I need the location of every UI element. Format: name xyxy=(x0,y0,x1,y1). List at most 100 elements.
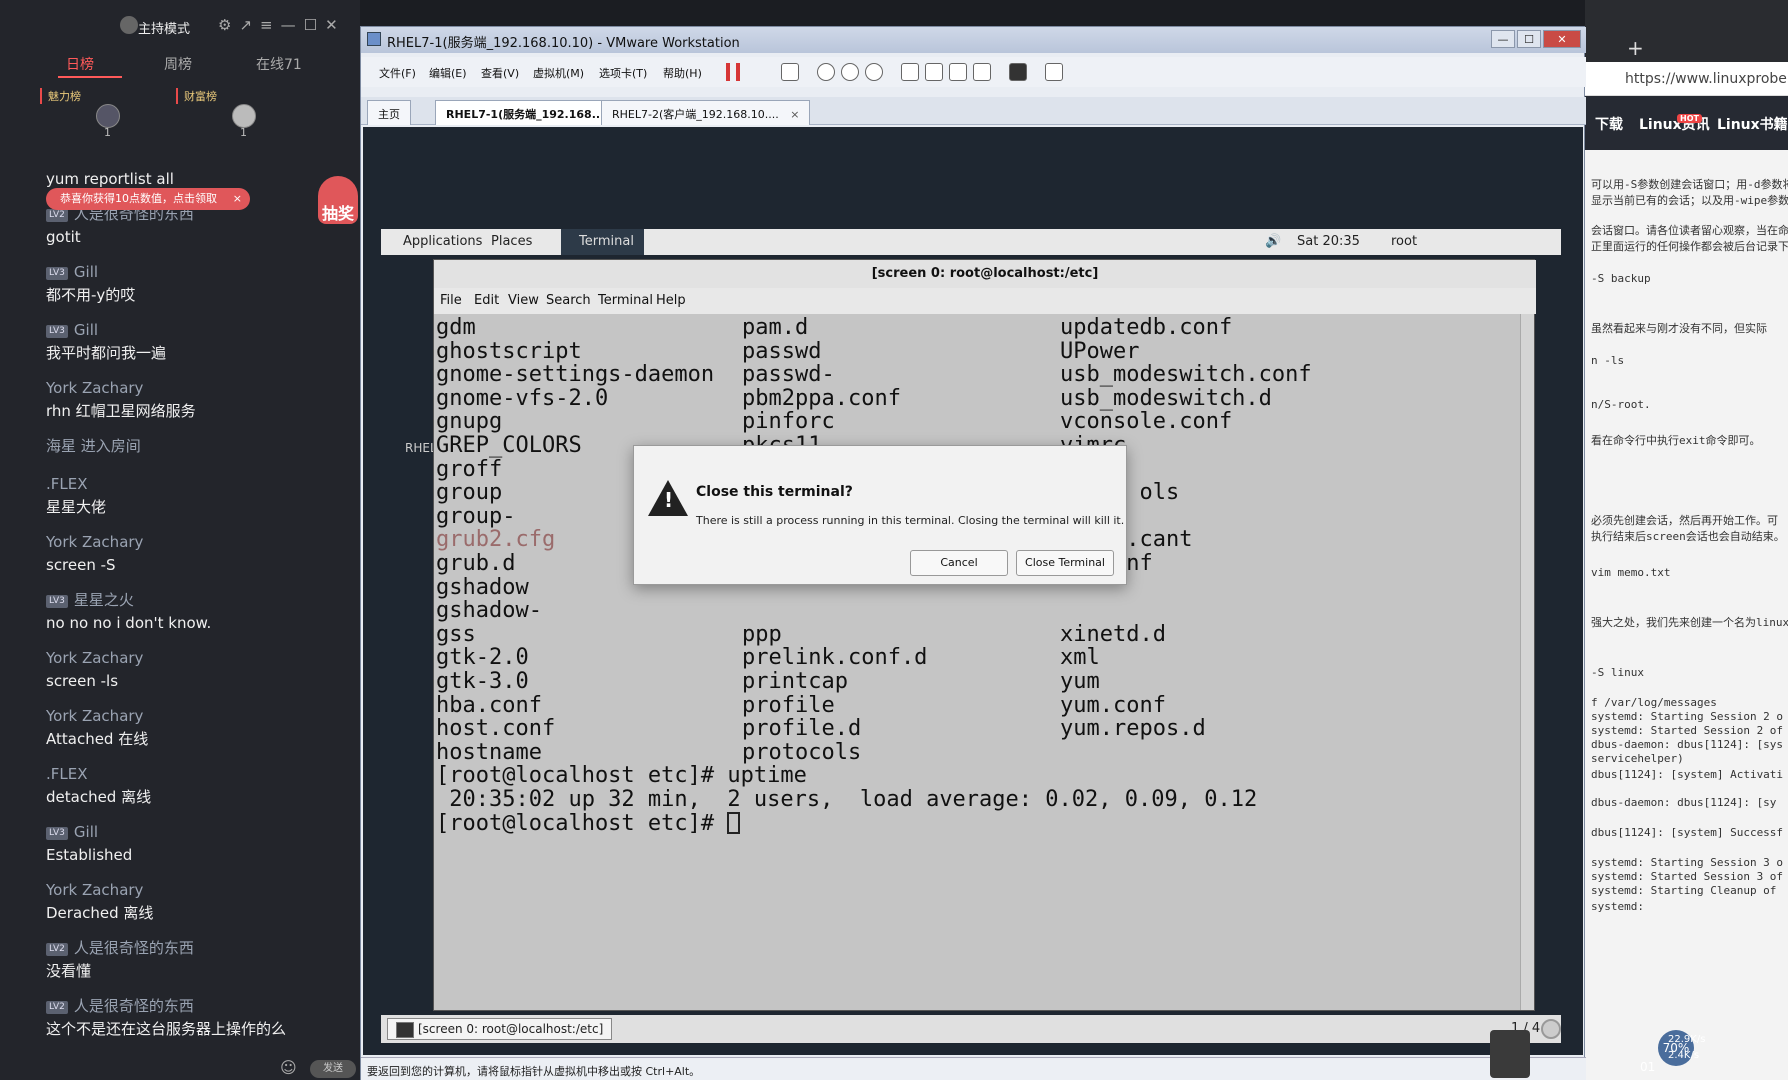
avatar[interactable] xyxy=(232,104,256,128)
close-icon[interactable]: ✕ xyxy=(325,16,338,34)
file-entry: passwd xyxy=(742,338,822,364)
user-menu[interactable]: root xyxy=(1391,234,1417,249)
terminal-window: [screen 0: root@localhost:/etc] File Edi… xyxy=(433,259,1536,1011)
emoji-icon[interactable]: ☺ xyxy=(280,1058,297,1077)
maximize-icon[interactable]: ☐ xyxy=(304,16,317,34)
minimize-icon[interactable]: — xyxy=(281,16,296,34)
toast-close-icon[interactable]: × xyxy=(233,188,242,210)
thumbnail-bar-icon[interactable] xyxy=(925,63,943,81)
prompt-line: [root@localhost etc]# uptime xyxy=(436,763,807,788)
clock[interactable]: Sat 20:35 xyxy=(1297,234,1360,249)
chat-message: York Zachary rhn 红帽卫星网络服务 xyxy=(46,378,346,422)
chat-username[interactable]: York Zachary xyxy=(46,706,346,726)
minimize-button[interactable]: — xyxy=(1491,30,1515,48)
url-text[interactable]: https://www.linuxprobe.com xyxy=(1625,71,1788,87)
chat-username[interactable]: York Zachary xyxy=(46,378,346,398)
settings-icon[interactable]: ⚙ xyxy=(218,16,231,34)
revert-snapshot-icon[interactable] xyxy=(841,63,859,81)
popout-icon[interactable]: ↗ xyxy=(239,16,252,34)
lottery-button[interactable]: 抽奖 xyxy=(318,176,358,224)
library-icon[interactable] xyxy=(901,63,919,81)
chat-username[interactable]: LV2 人是很奇怪的东西 xyxy=(46,996,346,1016)
new-tab-button[interactable]: + xyxy=(1627,36,1644,60)
article-text-line: servicehelper) xyxy=(1591,752,1684,765)
terminal-output[interactable]: gdm ghostscript gnome-settings-daemon gnome… xyxy=(434,314,1520,1010)
article-text-line: n/S-root. xyxy=(1591,398,1651,411)
nav-download[interactable]: 下载 xyxy=(1595,114,1623,134)
address-bar[interactable]: https://www.linuxprobe.com xyxy=(1585,62,1788,96)
menu-search[interactable]: Search xyxy=(546,293,591,308)
menu-help[interactable]: Help xyxy=(656,293,686,308)
close-icon[interactable]: × xyxy=(790,108,799,121)
snapshot-icon[interactable] xyxy=(817,63,835,81)
menu-terminal[interactable]: Terminal xyxy=(598,293,653,308)
menu-view[interactable]: View xyxy=(508,293,539,308)
fullscreen-icon[interactable] xyxy=(949,63,967,81)
places-menu[interactable]: Places xyxy=(491,234,532,249)
notification-icon[interactable] xyxy=(1541,1019,1561,1039)
file-entry: gshadow- xyxy=(436,598,542,624)
cancel-button[interactable]: Cancel xyxy=(910,550,1008,576)
chat-username[interactable]: .FLEX xyxy=(46,474,346,494)
chat-username[interactable]: LV3 星星之火 xyxy=(46,590,346,610)
close-terminal-button[interactable]: Close Terminal xyxy=(1016,550,1114,576)
scrollbar[interactable] xyxy=(1520,314,1534,1010)
chat-message: York Zachary screen -ls xyxy=(46,648,346,692)
chat-username[interactable]: York Zachary xyxy=(46,880,346,900)
chat-username-text: 人是很奇怪的东西 xyxy=(73,939,194,957)
send-button[interactable]: 发送 xyxy=(310,1060,356,1078)
chat-username[interactable]: LV3 Gill xyxy=(46,822,346,842)
file-entry: yum.repos.d xyxy=(1060,716,1206,742)
file-entry xyxy=(742,599,927,623)
chat-text: Attached 在线 xyxy=(46,730,149,748)
menu-file[interactable]: File xyxy=(440,293,462,308)
snapshot-manager-icon[interactable] xyxy=(865,63,883,81)
wealth-rank-label[interactable]: 财富榜 xyxy=(176,88,217,104)
chat-username[interactable]: York Zachary xyxy=(46,648,346,668)
avatar[interactable] xyxy=(96,104,120,128)
terminal-app-menu[interactable]: Terminal xyxy=(561,229,644,255)
menu-help[interactable]: 帮助(H) xyxy=(663,65,702,81)
tab-weekly[interactable]: 周榜 xyxy=(164,54,192,74)
level-badge: LV3 xyxy=(46,827,68,840)
chat-username[interactable]: York Zachary xyxy=(46,532,346,552)
maximize-button[interactable]: ☐ xyxy=(1517,30,1541,48)
console-view-icon[interactable] xyxy=(1009,63,1027,81)
file-entry: vconsole.conf xyxy=(1060,409,1233,435)
chat-username[interactable]: .FLEX xyxy=(46,764,346,784)
menu-edit[interactable]: Edit xyxy=(474,293,499,308)
tab-rhel7-2[interactable]: RHEL7-2(客户端_192.168.10.... × xyxy=(601,100,811,125)
menu-tabs[interactable]: 选项卡(T) xyxy=(599,65,647,81)
article-text-line: systemd: Starting Session 3 o xyxy=(1591,856,1784,869)
menu-edit[interactable]: 编辑(E) xyxy=(429,65,467,81)
volume-icon[interactable]: 🔊 xyxy=(1265,234,1281,249)
chat-message: .FLEX detached 离线 xyxy=(46,764,346,808)
chat-username-text: York Zachary xyxy=(46,881,144,899)
chat-username[interactable]: LV2 人是很奇怪的东西 xyxy=(46,938,346,958)
guest-display[interactable]: Applications Places Terminal 🔊 Sat 20:35… xyxy=(363,127,1583,1055)
reward-toast[interactable]: 恭喜你获得10点数值，点击领取 × xyxy=(46,188,250,210)
menu-vm[interactable]: 虚拟机(M) xyxy=(533,65,584,81)
pause-icon[interactable] xyxy=(726,63,740,81)
menu-icon[interactable]: ≡ xyxy=(260,16,273,34)
charm-rank-label[interactable]: 魅力榜 xyxy=(40,88,81,104)
article-text-line: 可以用-S参数创建会话窗口；用-d参数将 xyxy=(1591,178,1788,191)
taskbar-terminal[interactable]: [screen 0: root@localhost:/etc] xyxy=(387,1018,613,1040)
applications-menu[interactable]: Applications xyxy=(403,234,482,249)
gnome-bottom-bar: [screen 0: root@localhost:/etc] 1 / 4 xyxy=(381,1015,1561,1043)
chat-username[interactable]: LV3 Gill xyxy=(46,320,346,340)
nav-linux-books[interactable]: Linux书籍 xyxy=(1717,114,1788,134)
chat-message: LV2 人是很奇怪的东西 没看懂 xyxy=(46,938,346,982)
unity-icon[interactable] xyxy=(973,63,991,81)
close-button[interactable]: ✕ xyxy=(1543,30,1581,48)
menu-view[interactable]: 查看(V) xyxy=(481,65,519,81)
chat-username[interactable]: LV3 Gill xyxy=(46,262,346,282)
tab-daily[interactable]: 日榜 xyxy=(66,54,94,74)
tray-time: 01 xyxy=(1640,1060,1656,1074)
menu-file[interactable]: 文件(F) xyxy=(379,65,416,81)
tab-online[interactable]: 在线71 xyxy=(256,54,302,74)
chat-username[interactable]: 海星 进入房间 xyxy=(46,436,346,456)
stretch-icon[interactable] xyxy=(1045,63,1063,81)
tab-home[interactable]: 主页 xyxy=(367,100,411,125)
send-keys-icon[interactable] xyxy=(781,63,799,81)
